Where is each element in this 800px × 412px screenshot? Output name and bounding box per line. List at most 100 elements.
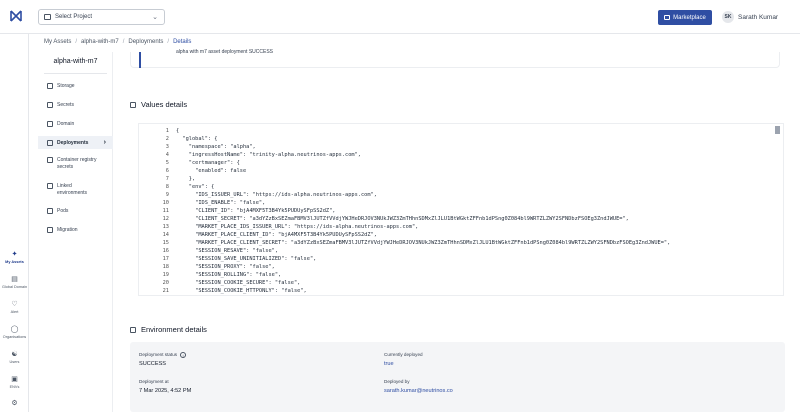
environment-icon: [130, 326, 136, 333]
line-number: 7: [165, 176, 169, 182]
domain-icon: [47, 121, 53, 127]
line-number: 12: [162, 216, 169, 222]
code-line: "CLIENT_ID": "bjA4MXF5T3B4Yk5PUDUySFpSS2…: [176, 208, 336, 214]
deployment-status-value: SUCCESS: [139, 361, 167, 367]
line-number: 21: [162, 288, 169, 294]
app-logo-icon[interactable]: [9, 9, 23, 23]
secrets-icon: [47, 102, 53, 108]
values-code-editor[interactable]: 1{2 "global": {3 "namespace": "alpha", 4 …: [138, 123, 784, 296]
code-line: },: [176, 176, 196, 182]
line-number: 15: [162, 240, 169, 246]
currently-deployed-label: Currently deployed: [384, 352, 423, 357]
code-line: "MARKET_PLACE_CLIENT_ID": "bjA4MXF5T3B4Y…: [176, 232, 377, 238]
code-line: "ingressHostName": "trinity-alpha.neutri…: [176, 152, 361, 158]
sidebar-item-deployments[interactable]: Deployments ›: [38, 136, 113, 149]
info-icon[interactable]: i: [180, 352, 187, 358]
breadcrumb-details: Details: [173, 39, 192, 45]
breadcrumb-separator: /: [167, 39, 170, 45]
sidebar-item-domain[interactable]: Domain: [47, 121, 113, 127]
settings-icon: ⚙: [11, 400, 18, 407]
code-line: "SESSION_ROLLING": "false",: [176, 272, 282, 278]
link-icon: [47, 183, 53, 189]
rail-label: Global Domain: [1, 285, 28, 289]
line-number: 3: [165, 144, 169, 150]
code-line: "namespace": "alpha",: [176, 144, 256, 150]
breadcrumb-my-assets[interactable]: My Assets: [44, 39, 71, 45]
org-icon: ◯: [10, 326, 19, 333]
line-number: 5: [165, 160, 169, 166]
chevron-down-icon: ⌄: [152, 14, 158, 21]
project-select[interactable]: Select Project ⌄: [38, 9, 165, 25]
rail-item-users[interactable]: ☯ Users: [0, 351, 29, 364]
avatar: SK: [722, 11, 734, 23]
rail-item-more[interactable]: ⚙: [0, 400, 29, 409]
rail-item-envs[interactable]: ▣ ENVs: [0, 376, 29, 389]
storage-icon: [47, 83, 53, 89]
left-rail: ✦ My Assets ▤ Global Domain ♡ Alert ◯ Or…: [0, 34, 29, 412]
sidebar-item-storage[interactable]: Storage: [47, 83, 113, 89]
rail-item-global-domain[interactable]: ▤ Global Domain: [0, 276, 29, 289]
line-number: 16: [162, 248, 169, 254]
editor-scrollbar[interactable]: [775, 126, 781, 295]
sidebar-item-secrets[interactable]: Secrets: [47, 102, 113, 108]
code-line: "SESSION_COOKIE_HTTPONLY": "false",: [176, 288, 307, 294]
line-number: 4: [165, 152, 169, 158]
migration-icon: [47, 227, 53, 233]
rail-item-organisations[interactable]: ◯ Organisations: [0, 326, 29, 339]
line-number: 18: [162, 264, 169, 270]
globe-icon: ▤: [11, 276, 18, 283]
line-number: 2: [165, 136, 169, 142]
rail-item-alert[interactable]: ♡ Alert: [0, 301, 29, 314]
asset-title: alpha-with-m7: [53, 58, 98, 65]
code-line: "SESSION_PROXY": "false",: [176, 264, 275, 270]
line-number: 20: [162, 280, 169, 286]
deployed-by-value[interactable]: sarath.kumar@neutrinos.co: [384, 388, 453, 394]
sidebar-item-container-registry-secrets[interactable]: Container registry secrets: [47, 157, 113, 171]
sidebar-item-migration[interactable]: Migration: [47, 227, 113, 233]
bell-icon: ♡: [11, 301, 18, 308]
deployment-status-card: alpha with m7 asset deployment SUCCESS: [130, 49, 780, 68]
breadcrumb-separator: /: [75, 39, 78, 45]
code-line: "SESSION_COOKIE_SECURE": "false",: [176, 280, 301, 286]
line-number: 19: [162, 272, 169, 278]
status-message: alpha with m7 asset deployment SUCCESS: [176, 49, 273, 55]
environment-card: Deployment status i SUCCESS Currently dep…: [130, 342, 785, 412]
code-line: "MARKET_PLACE_IDS_ISSUER_URL": "https://…: [176, 224, 419, 230]
main-content: alpha with m7 asset deployment SUCCESS V…: [120, 49, 790, 412]
code-line: {: [176, 128, 180, 134]
asset-side-panel: alpha-with-m7 Storage Secrets Domain Dep…: [38, 52, 113, 412]
breadcrumb-asset[interactable]: alpha-with-m7: [81, 39, 119, 45]
line-number: 14: [162, 232, 169, 238]
code-line: "SESSION_RESAVE": "false",: [176, 248, 279, 254]
line-number: 10: [162, 200, 169, 206]
sidebar-item-linked-environments[interactable]: Linked environments: [47, 183, 113, 197]
user-menu[interactable]: SK Sarath Kumar: [722, 11, 778, 23]
env-title: Environment details: [141, 325, 207, 334]
folder-icon: [44, 14, 51, 20]
document-icon: [130, 101, 136, 108]
code-line: "certmanager": {: [176, 160, 240, 166]
user-name: Sarath Kumar: [738, 13, 779, 21]
top-bar: Select Project ⌄ Marketplace SK Sarath K…: [0, 0, 800, 34]
code-line: "global": {: [176, 136, 218, 142]
sidebar-item-label: Domain: [57, 121, 75, 127]
project-select-label: Select Project: [55, 14, 93, 20]
my-assets-icon: ✦: [11, 251, 18, 258]
breadcrumb-deployments[interactable]: Deployments: [128, 39, 163, 45]
sidebar-item-pods[interactable]: Pods: [47, 208, 113, 214]
line-number: 13: [162, 224, 169, 230]
values-section-title: Values details: [130, 100, 187, 109]
rail-label: My Assets: [5, 260, 24, 264]
rail-item-my-assets[interactable]: ✦ My Assets: [0, 251, 29, 264]
code-line: "IDS_ISSUER_URL": "https://ids-alpha.neu…: [176, 192, 377, 198]
line-number: 9: [165, 192, 169, 198]
rail-label: Users: [9, 360, 20, 364]
rail-label: ENVs: [9, 385, 20, 389]
scrollbar-thumb[interactable]: [775, 126, 780, 134]
marketplace-button[interactable]: Marketplace: [658, 10, 712, 25]
environment-section-title: Environment details: [130, 325, 207, 334]
code-line: "CLIENT_SECRET": "a3dYZzBxSEZmaFBMV3lJUT…: [176, 216, 629, 222]
code-line: "env": {: [176, 184, 215, 190]
code-line: "MARKET_PLACE_CLIENT_SECRET": "a3dYZzBxS…: [176, 240, 671, 246]
line-number: 17: [162, 256, 169, 262]
